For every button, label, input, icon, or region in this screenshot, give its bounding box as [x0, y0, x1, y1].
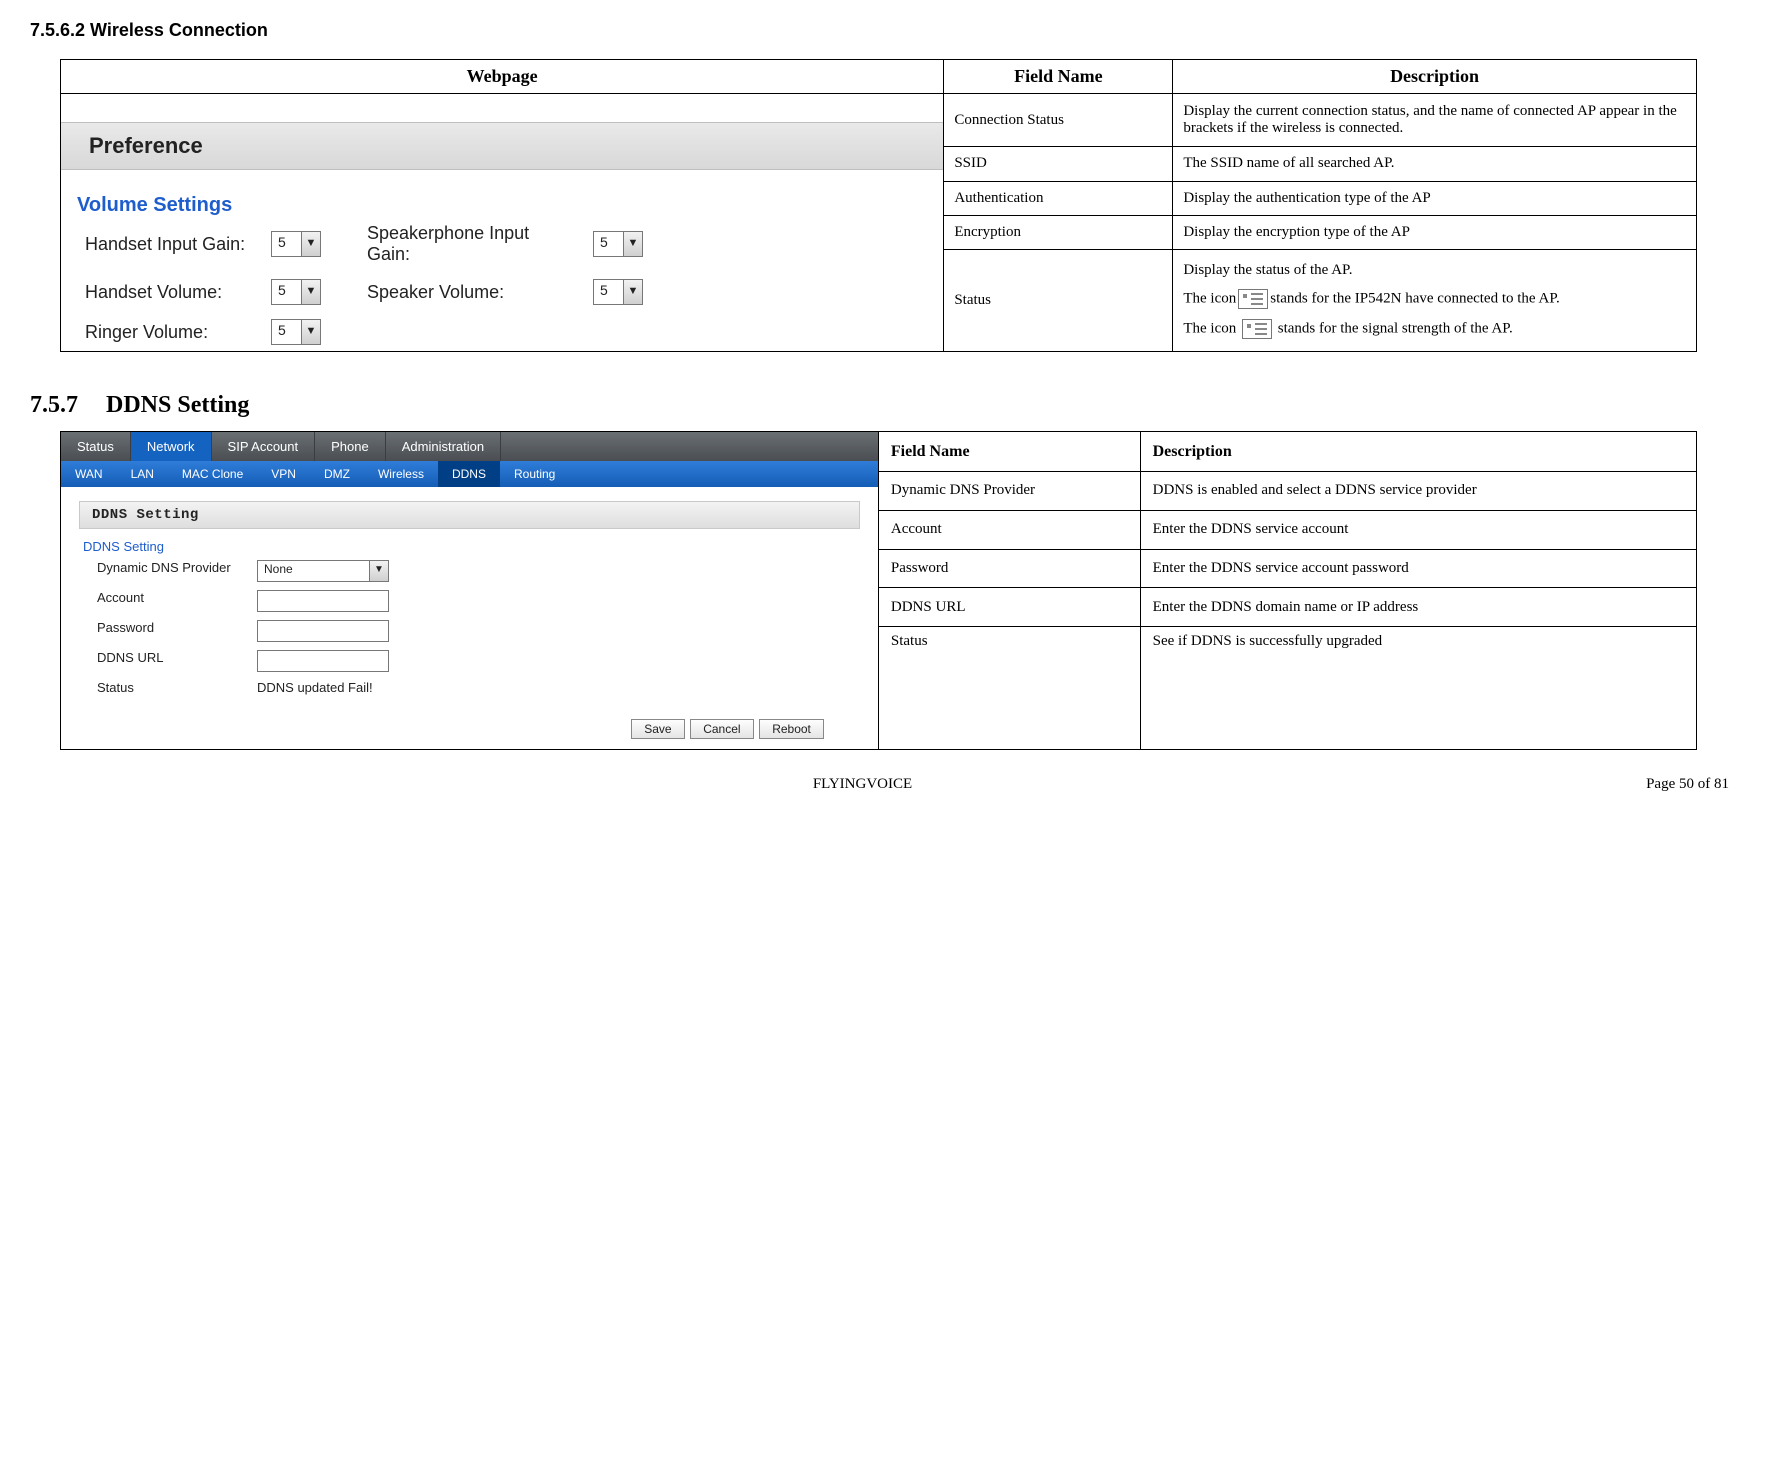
th-fieldname: Field Name	[944, 60, 1173, 94]
subtab-vpn[interactable]: VPN	[257, 461, 310, 487]
desc-ddns-provider: DDNS is enabled and select a DDNS servic…	[1140, 472, 1696, 511]
signal-strength-icon	[1242, 319, 1272, 339]
label-handset-volume: Handset Volume:	[85, 282, 255, 303]
save-button[interactable]: Save	[631, 719, 684, 739]
th-webpage: Webpage	[61, 60, 944, 94]
section-number: 7.5.7	[30, 392, 78, 418]
subtab-dmz[interactable]: DMZ	[310, 461, 364, 487]
webpage-cell: Preference Volume Settings Handset Input…	[61, 94, 944, 352]
field-ssid: SSID	[944, 147, 1173, 181]
label-ddns-provider: Dynamic DNS Provider	[97, 560, 257, 582]
label-ringer-volume: Ringer Volume:	[85, 322, 255, 343]
chevron-down-icon: ▼	[623, 280, 642, 304]
preference-title: Preference	[61, 122, 943, 170]
th2-fieldname: Field Name	[878, 432, 1140, 472]
value-ddns-status: DDNS updated Fail!	[257, 680, 477, 695]
desc-encryption: Display the encryption type of the AP	[1173, 215, 1696, 249]
chevron-down-icon: ▼	[301, 320, 320, 344]
volume-grid: Handset Input Gain: 5▼ Speakerphone Inpu…	[85, 223, 943, 345]
field-connection-status: Connection Status	[944, 94, 1173, 147]
ddns-form: Dynamic DNS Provider None▼ Account Passw…	[97, 560, 860, 695]
preference-panel: Preference Volume Settings Handset Input…	[61, 94, 943, 351]
section-title: DDNS Setting	[106, 392, 249, 418]
desc-ddns-url: Enter the DDNS domain name or IP address	[1140, 588, 1696, 627]
chevron-down-icon: ▼	[369, 561, 388, 581]
cancel-button[interactable]: Cancel	[690, 719, 753, 739]
subtab-wireless[interactable]: Wireless	[364, 461, 438, 487]
section-heading-ddns: 7.5.7 DDNS Setting	[30, 392, 1735, 419]
field-ddns-url: DDNS URL	[878, 588, 1140, 627]
label-ddns-status: Status	[97, 680, 257, 695]
footer-brand: FLYINGVOICE	[156, 776, 1569, 793]
select-speaker-volume[interactable]: 5▼	[593, 279, 643, 305]
desc-ssid: The SSID name of all searched AP.	[1173, 147, 1696, 181]
tab-phone[interactable]: Phone	[315, 432, 386, 461]
field-ddns-status: Status	[878, 627, 1140, 750]
select-handset-input-gain[interactable]: 5▼	[271, 231, 321, 257]
ddns-primary-tabs: Status Network SIP Account Phone Adminis…	[61, 432, 878, 461]
label-ddns-url: DDNS URL	[97, 650, 257, 672]
field-ddns-account: Account	[878, 510, 1140, 549]
desc-status: Display the status of the AP. The icon st…	[1173, 249, 1696, 351]
desc-ddns-password: Enter the DDNS service account password	[1140, 549, 1696, 588]
ddns-subhead: DDNS Setting	[83, 539, 860, 554]
label-ddns-password: Password	[97, 620, 257, 642]
desc-connection-status: Display the current connection status, a…	[1173, 94, 1696, 147]
input-ddns-url[interactable]	[257, 650, 389, 672]
tab-network[interactable]: Network	[131, 432, 212, 461]
status-line1: Display the status of the AP.	[1183, 262, 1685, 279]
reboot-button[interactable]: Reboot	[759, 719, 824, 739]
label-handset-input-gain: Handset Input Gain:	[85, 234, 255, 255]
ddns-secondary-tabs: WAN LAN MAC Clone VPN DMZ Wireless DDNS …	[61, 461, 878, 487]
desc-ddns-status: See if DDNS is successfully upgraded	[1140, 627, 1696, 750]
input-ddns-password[interactable]	[257, 620, 389, 642]
label-speaker-volume: Speaker Volume:	[367, 282, 577, 303]
tab-administration[interactable]: Administration	[386, 432, 501, 461]
th-description: Description	[1173, 60, 1696, 94]
th2-description: Description	[1140, 432, 1696, 472]
desc-auth: Display the authentication type of the A…	[1173, 181, 1696, 215]
field-auth: Authentication	[944, 181, 1173, 215]
status-line3a: The icon	[1183, 320, 1240, 336]
section-heading-wireless: 7.5.6.2 Wireless Connection	[30, 20, 1735, 41]
desc-ddns-account: Enter the DDNS service account	[1140, 510, 1696, 549]
page-footer: FLYINGVOICE Page 50 of 81	[30, 776, 1735, 793]
status-line3b: stands for the signal strength of the AP…	[1274, 320, 1513, 336]
select-ringer-volume[interactable]: 5▼	[271, 319, 321, 345]
footer-page: Page 50 of 81	[1569, 776, 1729, 793]
field-ddns-password: Password	[878, 549, 1140, 588]
input-ddns-account[interactable]	[257, 590, 389, 612]
select-speakerphone-input-gain[interactable]: 5▼	[593, 231, 643, 257]
select-ddns-provider[interactable]: None▼	[257, 560, 389, 582]
subtab-mac-clone[interactable]: MAC Clone	[168, 461, 257, 487]
ddns-table: Status Network SIP Account Phone Adminis…	[60, 431, 1697, 750]
field-ddns-provider: Dynamic DNS Provider	[878, 472, 1140, 511]
status-line2a: The icon	[1183, 290, 1236, 306]
subtab-ddns[interactable]: DDNS	[438, 461, 500, 487]
connected-icon	[1238, 289, 1268, 309]
ddns-section-head: DDNS Setting	[79, 501, 860, 529]
subtab-wan[interactable]: WAN	[61, 461, 117, 487]
field-encryption: Encryption	[944, 215, 1173, 249]
wireless-table: Webpage Field Name Description Preferenc…	[60, 59, 1697, 352]
tab-sip-account[interactable]: SIP Account	[212, 432, 316, 461]
label-ddns-account: Account	[97, 590, 257, 612]
chevron-down-icon: ▼	[623, 232, 642, 256]
field-status: Status	[944, 249, 1173, 351]
ddns-buttons: Save Cancel Reboot	[79, 719, 860, 739]
status-line2b: stands for the IP542N have connected to …	[1270, 290, 1560, 306]
ddns-ui: Status Network SIP Account Phone Adminis…	[61, 432, 878, 749]
chevron-down-icon: ▼	[301, 280, 320, 304]
tab-status[interactable]: Status	[61, 432, 131, 461]
subtab-routing[interactable]: Routing	[500, 461, 569, 487]
ddns-webpage-cell: Status Network SIP Account Phone Adminis…	[61, 432, 879, 750]
chevron-down-icon: ▼	[301, 232, 320, 256]
select-handset-volume[interactable]: 5▼	[271, 279, 321, 305]
volume-settings-title: Volume Settings	[77, 194, 943, 217]
subtab-lan[interactable]: LAN	[117, 461, 168, 487]
label-speakerphone-input-gain: Speakerphone Input Gain:	[367, 223, 577, 265]
